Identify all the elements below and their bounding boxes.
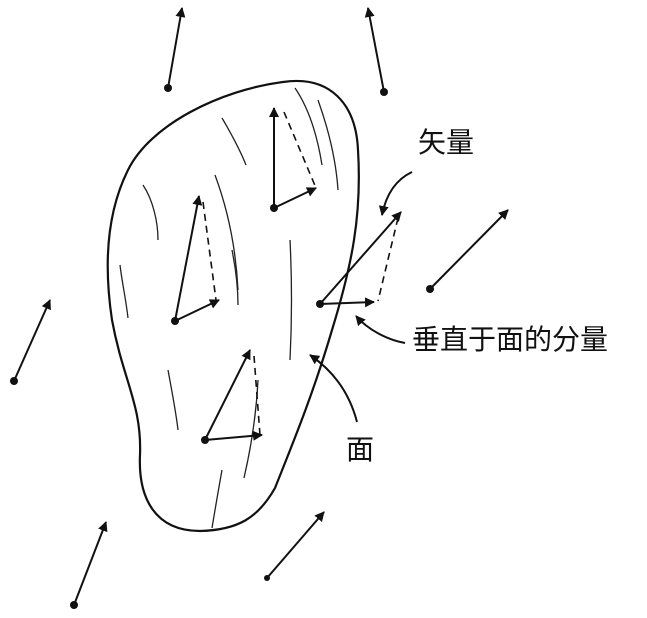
field-vector-top-right (364, 7, 388, 96)
field-vector-bottom (264, 511, 325, 581)
surface-shading (119, 87, 339, 529)
field-vector-bottom-left (70, 521, 108, 609)
pointer-arrow-vector (378, 171, 413, 216)
label-normal-component: 垂直于面的分量 (412, 323, 609, 356)
pointer-arrow-surface (309, 354, 358, 423)
vector-field-diagram: 矢量 垂直于面的分量 面 (0, 0, 647, 618)
surface-vector-middle-left (171, 195, 220, 325)
label-surface: 面 (346, 433, 375, 466)
field-vector-top-left (164, 7, 186, 92)
field-vector-left (10, 299, 51, 385)
field-vector-right (426, 209, 509, 293)
surface-vector-top (269, 107, 317, 212)
pointer-arrow-normal-component (355, 315, 406, 344)
surface-vector-right-edge (316, 211, 402, 308)
diagram-canvas (10, 7, 509, 609)
label-vector: 矢量 (418, 126, 475, 159)
